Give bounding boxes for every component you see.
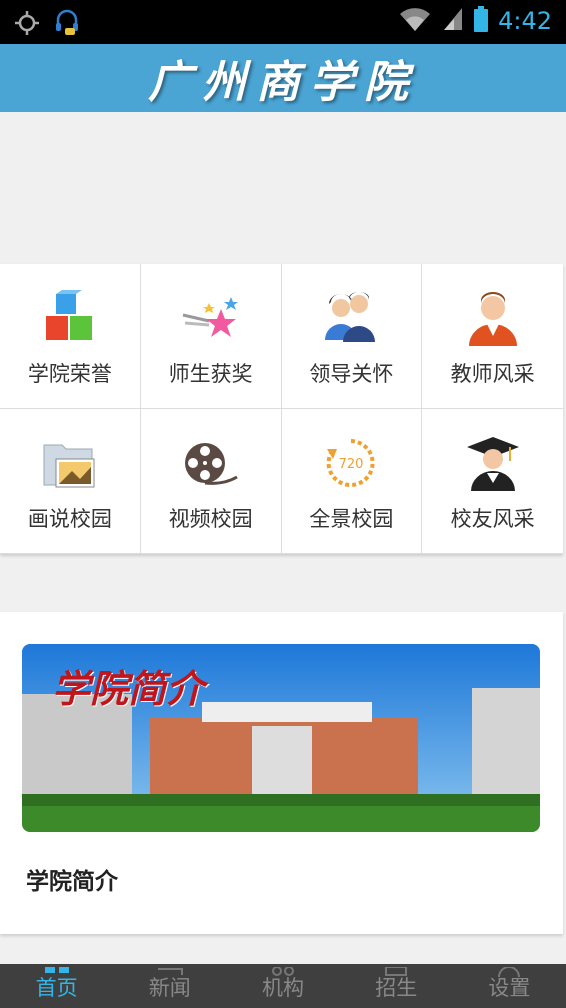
intro-card[interactable]: 学院简介 学院简介 <box>0 612 563 934</box>
grid-item-panorama[interactable]: 720 全景校园 <box>281 409 423 554</box>
feature-grid: 学院荣誉 师生获奖 领导关怀 教师风采 画说校园 视频校园 720 全景校园 校… <box>0 264 563 554</box>
svg-text:720: 720 <box>339 457 364 472</box>
tab-organization[interactable]: 机构 <box>226 964 339 1008</box>
grid-item-label: 教师风采 <box>450 362 535 386</box>
teacher-icon <box>463 288 523 348</box>
organization-icon <box>269 958 297 982</box>
grid-item-label: 校友风采 <box>450 507 535 531</box>
grid-item-label: 全景校园 <box>309 507 394 531</box>
status-bar: 4:42 <box>0 0 566 44</box>
tab-admissions[interactable]: 招生 <box>340 964 453 1008</box>
settings-icon <box>495 958 523 982</box>
tab-home[interactable]: 首页 <box>0 964 113 1008</box>
gps-icon <box>14 10 40 40</box>
app-title: 广州商学院 <box>148 57 418 108</box>
battery-icon <box>474 6 489 36</box>
app-header: 广州商学院 <box>0 44 566 112</box>
wifi-icon <box>398 6 432 36</box>
panorama-720-icon: 720 <box>321 433 381 493</box>
headset-icon <box>54 9 80 41</box>
admissions-icon <box>382 958 410 982</box>
film-reel-icon <box>181 433 241 493</box>
campus-photo[interactable]: 学院简介 <box>22 644 540 832</box>
grid-item-alumni[interactable]: 校友风采 <box>422 409 563 554</box>
grid-item-label: 视频校园 <box>168 507 253 531</box>
intro-caption[interactable]: 学院简介 <box>26 862 118 896</box>
bottom-tab-bar: 首页 新闻 机构 招生 设置 <box>0 964 566 1008</box>
grid-item-campus-photos[interactable]: 画说校园 <box>0 409 141 554</box>
stars-icon <box>181 288 241 348</box>
grid-item-label: 学院荣誉 <box>27 362 112 386</box>
tab-news[interactable]: 新闻 <box>113 964 226 1008</box>
grid-item-label: 师生获奖 <box>168 362 253 386</box>
grid-item-awards[interactable]: 师生获奖 <box>140 264 282 409</box>
grid-item-honors[interactable]: 学院荣誉 <box>0 264 141 409</box>
graduate-icon <box>463 433 523 493</box>
signal-icon <box>442 6 464 36</box>
leaders-icon <box>321 288 381 348</box>
tab-settings[interactable]: 设置 <box>453 964 566 1008</box>
cubes-icon <box>40 288 100 348</box>
status-clock: 4:42 <box>498 7 552 35</box>
grid-item-campus-videos[interactable]: 视频校园 <box>140 409 282 554</box>
photo-title: 学院简介 <box>52 666 205 711</box>
grid-item-teachers[interactable]: 教师风采 <box>422 264 563 409</box>
banner-placeholder <box>0 112 566 264</box>
grid-item-label: 画说校园 <box>27 507 112 531</box>
grid-item-leaders[interactable]: 领导关怀 <box>281 264 423 409</box>
home-icon <box>43 958 71 982</box>
folder-photo-icon <box>40 433 100 493</box>
news-icon <box>156 958 184 982</box>
grid-item-label: 领导关怀 <box>309 362 394 386</box>
